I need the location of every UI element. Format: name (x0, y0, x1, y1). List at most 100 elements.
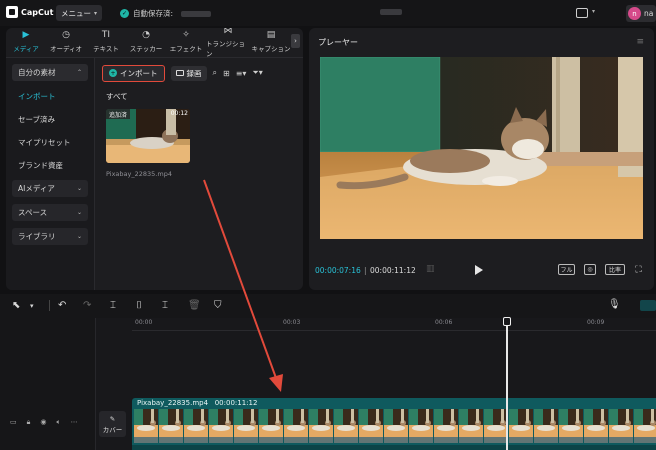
marker-shield-icon[interactable]: ⛉ (214, 300, 222, 311)
track-controls: ▭ 🔒︎ ◉ 🔈︎ ⋯ (10, 418, 78, 427)
clip-frame (234, 409, 258, 443)
snapshot-icon[interactable]: ◎ (584, 264, 596, 275)
track-header-column (0, 318, 96, 450)
transition-icon: ⋈ (223, 28, 233, 36)
record-button[interactable]: 録画 (170, 65, 207, 81)
sticker-icon: ◔ (142, 30, 150, 40)
cover-button[interactable]: ✎ カバー (99, 411, 126, 437)
import-button[interactable]: + インポート (102, 64, 165, 82)
sidebar-item-label: ブランド資産 (18, 161, 63, 170)
ruler-label: 00:09 (587, 319, 605, 326)
audio-icon: ◷ (62, 30, 70, 40)
chevron-down-icon: ⌄ (76, 209, 82, 216)
tab-caption[interactable]: ▤ キャプション (250, 28, 292, 56)
undo-icon[interactable]: ↶ (58, 300, 66, 311)
tab-effect[interactable]: ✧ エフェクト (166, 28, 206, 56)
category-tabs: ▶ メディア ◷ オーディオ TI テキスト ◔ ステッカー ✧ エフェクト ⋈… (6, 28, 303, 58)
lock-icon[interactable]: 🔒︎ (27, 418, 31, 427)
clip-frame (484, 409, 508, 443)
clip-duration: 00:00:11:12 (214, 399, 258, 407)
project-name-redacted[interactable] (380, 9, 402, 15)
redo-icon[interactable]: ↷ (83, 300, 91, 311)
cat-video-frame (320, 57, 643, 239)
clip-filmstrip (134, 409, 656, 443)
chevron-down-icon: ▾ (93, 9, 97, 17)
sidebar-item-label: スペース (18, 208, 48, 217)
auto-snap-toggle[interactable] (640, 300, 656, 311)
divider (94, 58, 95, 290)
user-account[interactable]: n na (626, 5, 656, 22)
tab-label: トランジション (206, 39, 245, 58)
select-cursor-icon[interactable]: ⬉ (12, 300, 20, 311)
text-icon: TI (101, 30, 111, 40)
video-preview[interactable] (320, 57, 643, 239)
import-label: インポート (120, 68, 158, 78)
clip-frame (184, 409, 208, 443)
clip-frame (134, 409, 158, 443)
avatar: n (628, 7, 641, 20)
sidebar-item-saved[interactable]: セーブ済み (12, 111, 88, 128)
time-ruler[interactable]: 00:00 00:03 00:06 00:09 (132, 319, 656, 329)
autosave-label: 自動保存済: (133, 9, 174, 18)
aspect-label: 比率 (608, 267, 621, 274)
aspect-ratio-button[interactable]: 比率 (605, 264, 625, 275)
sidebar-item-spaces[interactable]: スペース ⌄ (12, 204, 88, 221)
trim-left-icon[interactable]: ⌷ (136, 300, 142, 311)
layout-icon[interactable] (576, 8, 588, 18)
clip-frame (634, 409, 656, 443)
tab-sticker[interactable]: ◔ ステッカー (126, 28, 166, 56)
clip-name: Pixabay_22835.mp4 (137, 399, 209, 407)
menu-button[interactable]: メニュー ▾ (56, 5, 102, 21)
tab-transition[interactable]: ⋈ トランジション (206, 28, 250, 58)
more-icon[interactable]: ⋯ (71, 418, 78, 427)
tab-text[interactable]: TI テキスト (86, 28, 126, 56)
menu-icon[interactable]: ≡ (636, 37, 644, 47)
sidebar-item-ai-media[interactable]: AIメディア ⌄ (12, 180, 88, 197)
app-name: CapCut (21, 7, 54, 17)
sort-icon[interactable]: ≡▾ (236, 69, 247, 78)
record-label: 録画 (186, 68, 202, 78)
sidebar-item-label: 自分の素材 (18, 68, 56, 77)
playhead-handle[interactable] (503, 317, 511, 326)
chevron-down-icon[interactable]: ▾ (592, 8, 595, 15)
trim-right-icon[interactable]: ⌶ (162, 300, 168, 311)
fullscreen-icon[interactable]: ⛶ (633, 264, 644, 275)
track-type-icon: ▭ (10, 418, 17, 426)
tab-media[interactable]: ▶ メディア (6, 28, 46, 56)
clip-frame (284, 409, 308, 443)
playhead-line[interactable] (506, 326, 508, 450)
split-icon[interactable]: ⌶ (110, 300, 116, 311)
ruler-label: 00:03 (283, 319, 301, 326)
sidebar-item-local[interactable]: 自分の素材 ⌃ (12, 64, 88, 81)
sidebar-item-library[interactable]: ライブラリ ⌄ (12, 228, 88, 245)
capcut-logo-icon (6, 6, 18, 18)
menu-label: メニュー (60, 8, 91, 18)
play-icon[interactable] (475, 265, 483, 275)
full-quality-button[interactable]: フル (558, 264, 575, 275)
pencil-icon: ✎ (109, 414, 116, 423)
chevron-right-icon[interactable]: › (291, 34, 300, 48)
sidebar-item-brand-assets[interactable]: ブランド資産 (12, 157, 88, 174)
media-item-thumbnail[interactable]: 追加済 00:12 (106, 109, 190, 163)
search-icon[interactable]: ⌕ (213, 68, 217, 78)
microphone-icon[interactable]: 🎙 (608, 299, 621, 310)
view-toggle-icon[interactable]: ⊞ (223, 69, 230, 78)
clip-frame (359, 409, 383, 443)
chevron-down-icon: ⌄ (76, 233, 82, 240)
clip-frame (434, 409, 458, 443)
ruler-baseline (132, 330, 656, 331)
timeline-grid-icon[interactable]: ▥ (426, 264, 441, 275)
tab-audio[interactable]: ◷ オーディオ (46, 28, 86, 56)
sidebar-item-my-presets[interactable]: マイプリセット (12, 134, 88, 151)
clip-info: Pixabay_22835.mp4 00:00:11:12 (137, 399, 257, 407)
clip-frame (459, 409, 483, 443)
delete-icon[interactable]: 🗑 (188, 300, 201, 311)
sidebar-item-label: セーブ済み (18, 115, 56, 124)
eye-icon[interactable]: ◉ (40, 418, 46, 427)
filter-icon[interactable]: ⏷▾ (252, 68, 262, 78)
chevron-down-icon[interactable]: ▾ (30, 302, 34, 310)
speaker-icon[interactable]: 🔈︎ (56, 418, 60, 427)
sidebar-item-import[interactable]: インポート (12, 88, 88, 105)
video-clip[interactable]: Pixabay_22835.mp4 00:00:11:12 (132, 398, 656, 450)
sidebar-item-label: AIメディア (18, 184, 55, 193)
